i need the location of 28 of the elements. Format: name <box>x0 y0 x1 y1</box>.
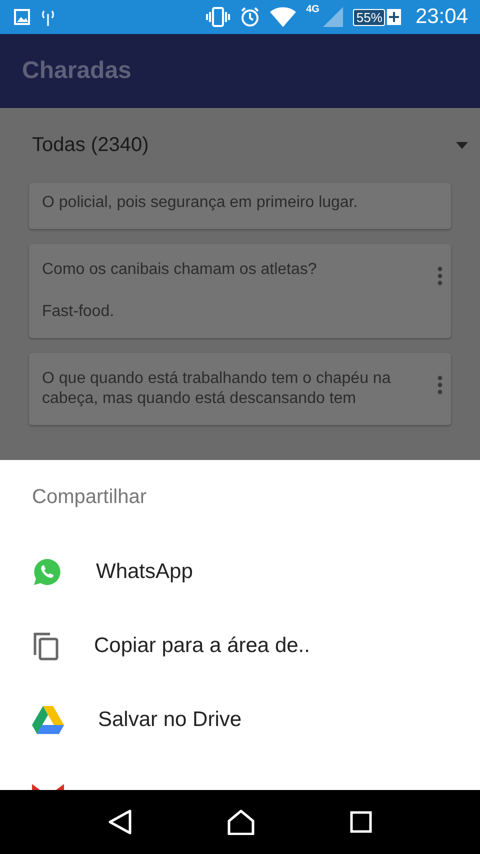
charging-icon <box>387 9 402 25</box>
triangle-logo-icon <box>32 706 64 734</box>
share-option[interactable]: Copiar para a área de.. <box>0 609 480 683</box>
more-options-icon[interactable] <box>437 375 443 395</box>
network-type: 4G <box>306 4 320 15</box>
back-icon[interactable] <box>108 809 132 835</box>
sheet-title: Compartilhar <box>32 486 146 509</box>
riddle-answer: O policial, pois segurança em primeiro lugar. <box>42 193 359 213</box>
copy-icon <box>32 631 60 661</box>
home-icon[interactable] <box>226 809 255 835</box>
alarm-icon <box>240 7 260 27</box>
more-options-icon[interactable] <box>437 266 443 286</box>
riddle-answer: Fast-food. <box>42 302 116 322</box>
wifi-icon <box>270 7 296 27</box>
share-option[interactable]: Salvar no Drive <box>0 683 480 757</box>
image-icon <box>14 9 30 25</box>
clock: 23:04 <box>415 5 468 29</box>
battery-level: 55% <box>353 8 386 26</box>
app-title: Charadas <box>22 57 132 85</box>
antenna-icon <box>40 8 56 26</box>
dropdown-arrow-icon <box>456 142 468 149</box>
riddle-question: O que quando está trabalhando tem o chapéu na cabeça, mas quando está descansando tem <box>42 369 392 409</box>
chat-bubble-icon <box>32 557 62 587</box>
vibrate-icon <box>206 7 230 27</box>
riddle-question: Como os canibais chamam os atletas? <box>42 260 318 280</box>
recents-icon[interactable] <box>350 811 372 833</box>
signal-icon <box>323 7 344 27</box>
share-option[interactable]: WhatsApp <box>0 535 480 609</box>
